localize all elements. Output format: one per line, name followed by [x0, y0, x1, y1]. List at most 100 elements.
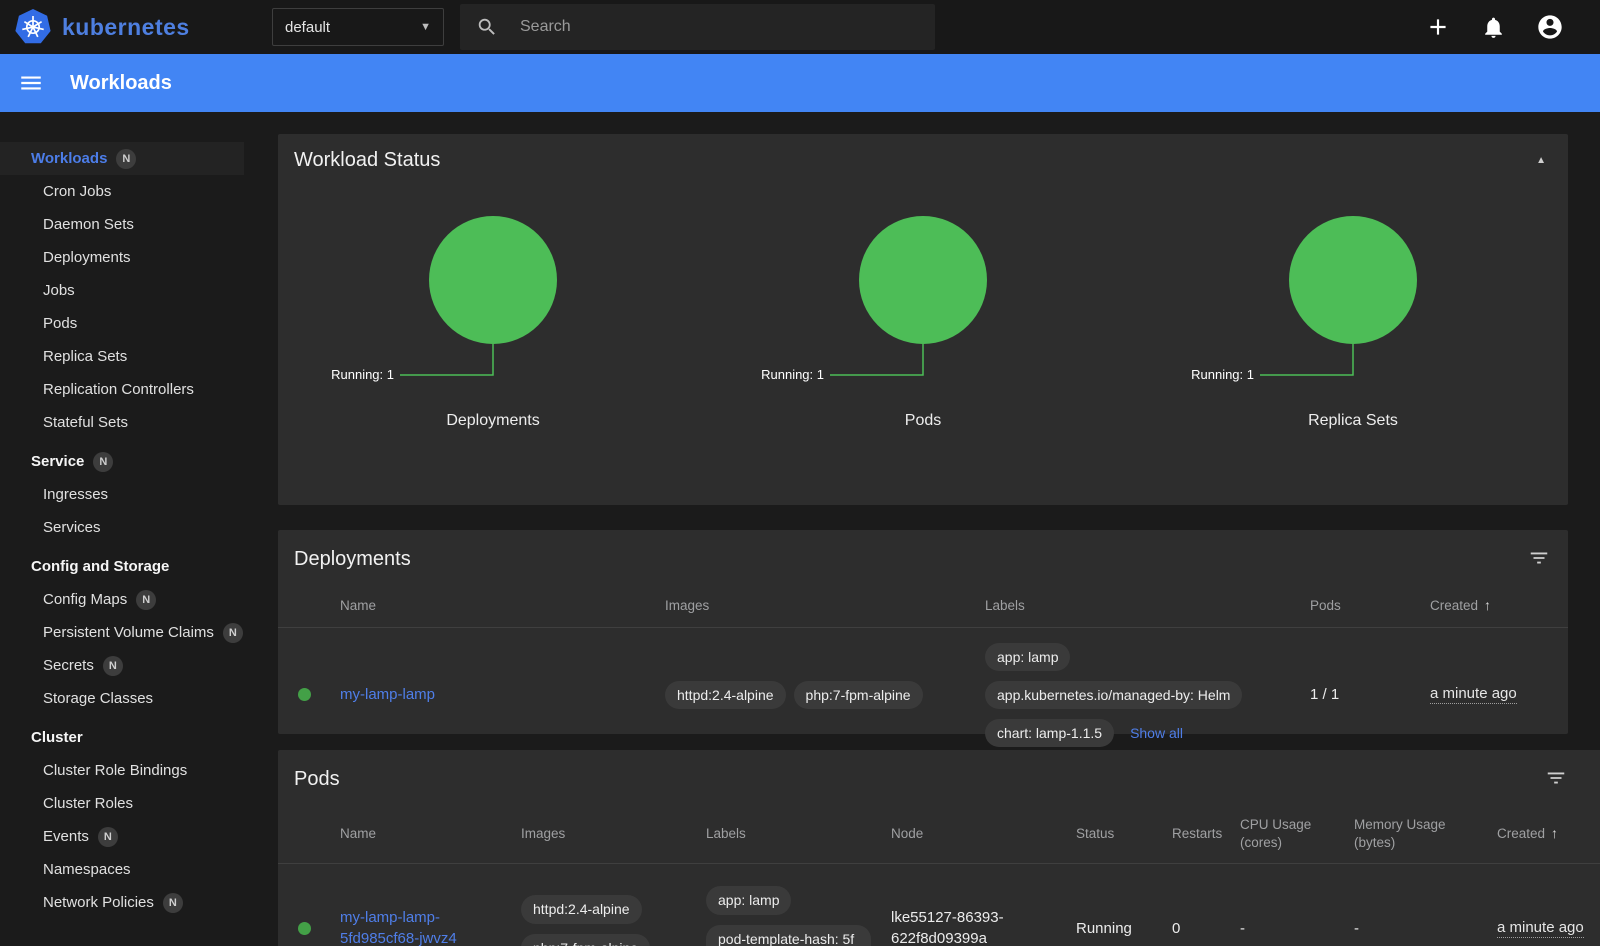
chart-callout-label: Running: 1 [331, 367, 394, 382]
sidebar-item-stateful-sets[interactable]: Stateful Sets [0, 406, 260, 439]
sidebar-item-label: Workloads [31, 150, 107, 167]
sidebar-item-cluster-role-bindings[interactable]: Cluster Role Bindings [0, 754, 260, 787]
chart-title: Pods [905, 412, 941, 430]
sidebar-item-secrets[interactable]: SecretsN [0, 649, 260, 682]
pod-cpu-usage: - [1240, 920, 1245, 937]
sidebar-item-services[interactable]: Services [0, 511, 260, 544]
pie-chart: Running: 1 [1138, 212, 1568, 390]
sidebar-item-label: Pods [43, 315, 77, 332]
sidebar-item-daemon-sets[interactable]: Daemon Sets [0, 208, 260, 241]
page-title: Workloads [70, 72, 172, 95]
sidebar-item-label: Services [43, 519, 101, 536]
namespace-value: default [285, 19, 330, 36]
column-header-label: Name [340, 826, 376, 841]
created-timestamp[interactable]: a minute ago [1430, 685, 1517, 704]
column-header-label: Created [1497, 826, 1545, 841]
deployment-link[interactable]: my-lamp-lamp [340, 685, 435, 705]
sidebar-item-label: Daemon Sets [43, 216, 134, 233]
kubernetes-logo[interactable]: kubernetes [0, 8, 272, 46]
sidebar-item-label: Secrets [43, 657, 94, 674]
sidebar-item-deployments[interactable]: Deployments [0, 241, 260, 274]
label-line: app: lamp [985, 640, 1078, 674]
menu-button[interactable] [18, 70, 44, 96]
sidebar-item-pods[interactable]: Pods [0, 307, 260, 340]
label-line: pod-template-hash: 5fd985cf68 [706, 922, 879, 946]
pie-chart: Running: 1 [278, 212, 708, 390]
global-search[interactable] [460, 4, 935, 50]
sidebar-item-namespaces[interactable]: Namespaces [0, 853, 260, 886]
pod-link[interactable]: my-lamp-lamp-5fd985cf68-jwvz4 [340, 908, 500, 946]
sidebar-item-label: Cluster Roles [43, 795, 133, 812]
image-chip: php:7-fpm-alpine [794, 681, 923, 709]
sidebar-item-workloads[interactable]: Workloads N [0, 142, 244, 175]
column-header-node[interactable]: Node [891, 813, 1076, 855]
column-header-label: Pods [1310, 598, 1341, 613]
sidebar-item-storage-classes[interactable]: Storage Classes [0, 682, 260, 715]
sidebar-item-config-and-storage[interactable]: Config and Storage [0, 550, 260, 583]
sidebar-item-events[interactable]: EventsN [0, 820, 260, 853]
cell-status [278, 864, 340, 946]
sidebar-item-ingresses[interactable]: Ingresses [0, 478, 260, 511]
column-header-label: Memory Usage (bytes) [1354, 817, 1446, 850]
column-header-name[interactable]: Name [340, 813, 521, 855]
sidebar-item-cron-jobs[interactable]: Cron Jobs [0, 175, 260, 208]
user-account-button[interactable] [1536, 13, 1564, 41]
label-chip: app: lamp [985, 643, 1070, 671]
filter-icon [1545, 767, 1567, 789]
sidebar-item-label: Cron Jobs [43, 183, 111, 200]
sidebar-item-service[interactable]: ServiceN [0, 445, 260, 478]
image-chip: httpd:2.4-alpine [521, 895, 642, 923]
column-header-label: Labels [706, 826, 746, 841]
search-input[interactable] [520, 18, 880, 36]
notifications-button[interactable] [1481, 15, 1506, 40]
pods-card-title: Pods [294, 768, 340, 791]
collapse-card-button[interactable]: ▲ [1530, 151, 1552, 170]
cell-created: a minute ago [1497, 864, 1600, 946]
create-resource-button[interactable] [1425, 14, 1451, 40]
column-header-images[interactable]: Images [521, 813, 706, 855]
cell-images: httpd:2.4-alpinephp:7-fpm-alpine [665, 628, 985, 763]
pods-ratio: 1 / 1 [1310, 686, 1339, 703]
column-header-pods[interactable]: Pods [1310, 585, 1430, 627]
chart-callout-label: Running: 1 [1191, 367, 1254, 382]
sidebar-item-replica-sets[interactable]: Replica Sets [0, 340, 260, 373]
sidebar-item-config-maps[interactable]: Config MapsN [0, 583, 260, 616]
sort-ascending-icon: ↑ [1484, 597, 1491, 613]
workload-status-card: Workload Status ▲ Running: 1DeploymentsR… [278, 134, 1568, 505]
new-badge: N [136, 590, 156, 610]
column-header-images[interactable]: Images [665, 585, 985, 627]
column-header-restarts[interactable]: Restarts [1172, 813, 1240, 855]
workload-charts: Running: 1DeploymentsRunning: 1PodsRunni… [278, 182, 1568, 430]
created-timestamp[interactable]: a minute ago [1497, 919, 1584, 938]
sidebar-item-persistent-volume-claims[interactable]: Persistent Volume ClaimsN [0, 616, 260, 649]
chart-callout-label: Running: 1 [761, 367, 824, 382]
column-header-labels[interactable]: Labels [985, 585, 1310, 627]
namespace-selector[interactable]: default ▼ [272, 8, 444, 46]
new-badge: N [163, 893, 183, 913]
sidebar-item-cluster[interactable]: Cluster [0, 721, 260, 754]
filter-pods-button[interactable] [1543, 765, 1569, 794]
new-badge: N [116, 149, 136, 169]
sidebar-item-jobs[interactable]: Jobs [0, 274, 260, 307]
sidebar-item-network-policies[interactable]: Network PoliciesN [0, 886, 260, 919]
cell-labels: app: lampapp.kubernetes.io/managed-by: H… [985, 628, 1310, 763]
bell-icon [1481, 15, 1506, 40]
deployments-table-row: my-lamp-lamp httpd:2.4-alpinephp:7-fpm-al… [278, 627, 1568, 763]
filter-icon [1528, 547, 1550, 569]
show-all-link[interactable]: Show all [1130, 725, 1183, 741]
filter-deployments-button[interactable] [1526, 545, 1552, 574]
column-header-name[interactable]: Name [340, 585, 665, 627]
column-header-created[interactable]: Created↑ [1497, 812, 1600, 855]
column-header-status[interactable]: Status [1076, 813, 1172, 855]
cell-labels: app: lamppod-template-hash: 5fd985cf68 [706, 864, 891, 946]
sidebar-item-cluster-roles[interactable]: Cluster Roles [0, 787, 260, 820]
column-header-cpu-usage-cores[interactable]: CPU Usage (cores) [1240, 804, 1354, 863]
column-header-memory-usage-bytes[interactable]: Memory Usage (bytes) [1354, 804, 1497, 863]
sidebar-item-label: Events [43, 828, 89, 845]
column-header-labels[interactable]: Labels [706, 813, 891, 855]
column-header-created[interactable]: Created↑ [1430, 584, 1568, 627]
label-chip: pod-template-hash: 5fd985cf68 [706, 925, 871, 946]
cell-memory_usage: - [1354, 864, 1497, 946]
sidebar-item-replication-controllers[interactable]: Replication Controllers [0, 373, 260, 406]
image-line: php:7-fpm-alpine [521, 931, 658, 946]
